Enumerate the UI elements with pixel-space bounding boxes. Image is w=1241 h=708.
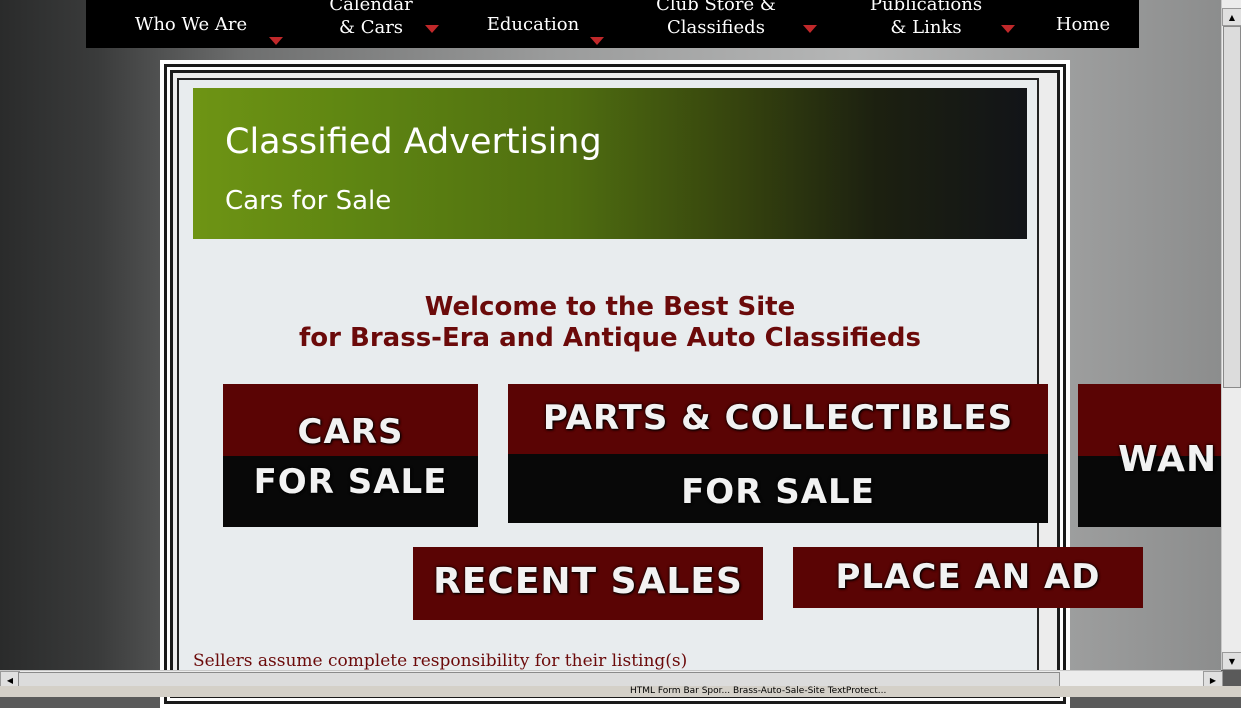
page-subtitle: Cars for Sale — [225, 186, 392, 216]
nav-label: Calendar — [329, 0, 413, 15]
parts-collectibles-button[interactable]: PARTS & COLLECTIBLES FOR SALE — [508, 384, 1048, 523]
nav-label: Publications — [869, 0, 983, 15]
nav-publications-links[interactable]: Publications & Links — [861, 0, 1015, 39]
main-nav: Who We Are Calendar & Cars Education Clu… — [86, 0, 1139, 48]
header-banner: Classified Advertising Cars for Sale — [193, 88, 1027, 239]
scroll-up-icon[interactable]: ▲ — [1222, 8, 1241, 26]
button-label: WAN — [1118, 439, 1218, 480]
welcome-line-1: Welcome to the Best Site — [424, 292, 796, 322]
dropdown-arrow-icon — [269, 37, 283, 45]
scroll-thumb[interactable] — [1223, 26, 1241, 388]
wanted-button[interactable]: WAN — [1078, 384, 1221, 527]
button-label-bottom: FOR SALE — [681, 472, 875, 512]
welcome-line-2: for Brass-Era and Antique Auto Classifie… — [298, 323, 922, 353]
button-label: RECENT SALES — [433, 561, 743, 602]
status-text: HTML Form Bar Spor... Brass-Auto-Sale-Si… — [630, 686, 887, 696]
nav-club-store-classifieds[interactable]: Club Store & Classifieds — [651, 0, 817, 39]
nav-calendar-cars[interactable]: Calendar & Cars — [316, 0, 439, 39]
dropdown-arrow-icon — [803, 25, 817, 33]
nav-label: Club Store & — [656, 0, 776, 15]
recent-sales-button[interactable]: RECENT SALES — [413, 547, 763, 620]
scroll-down-icon[interactable]: ▼ — [1222, 652, 1241, 670]
nav-label: Who We Are — [134, 14, 248, 35]
horizontal-scroll-thumb[interactable] — [18, 672, 1060, 687]
page-title: Classified Advertising — [225, 122, 602, 162]
nav-label: Home — [1055, 14, 1111, 35]
nav-label: Education — [486, 14, 580, 35]
button-label-bottom: FOR SALE — [253, 462, 448, 502]
nav-home[interactable]: Home — [1048, 13, 1118, 36]
button-label: PLACE AN AD — [835, 557, 1101, 597]
vertical-scrollbar[interactable]: ▲ ▼ — [1221, 0, 1241, 670]
nav-who-we-are[interactable]: Who We Are — [126, 13, 283, 45]
status-bar: HTML Form Bar Spor... Brass-Auto-Sale-Si… — [0, 686, 1241, 697]
nav-label: & Links — [890, 17, 962, 38]
button-label-top: CARS — [297, 412, 404, 452]
dropdown-arrow-icon — [1001, 25, 1015, 33]
dropdown-arrow-icon — [425, 25, 439, 33]
horizontal-scrollbar[interactable]: ◀ ▶ — [0, 670, 1223, 689]
place-an-ad-button[interactable]: PLACE AN AD — [793, 547, 1143, 608]
nav-education[interactable]: Education — [481, 13, 604, 45]
welcome-heading: Welcome to the Best Site for Brass-Era a… — [193, 292, 1027, 354]
button-label-top: PARTS & COLLECTIBLES — [542, 398, 1014, 438]
dropdown-arrow-icon — [590, 37, 604, 45]
seller-disclaimer: Sellers assume complete responsibility f… — [193, 651, 688, 671]
cars-for-sale-button[interactable]: CARS FOR SALE — [223, 384, 478, 527]
nav-label: Classifieds — [667, 17, 765, 38]
nav-label: & Cars — [338, 17, 404, 38]
